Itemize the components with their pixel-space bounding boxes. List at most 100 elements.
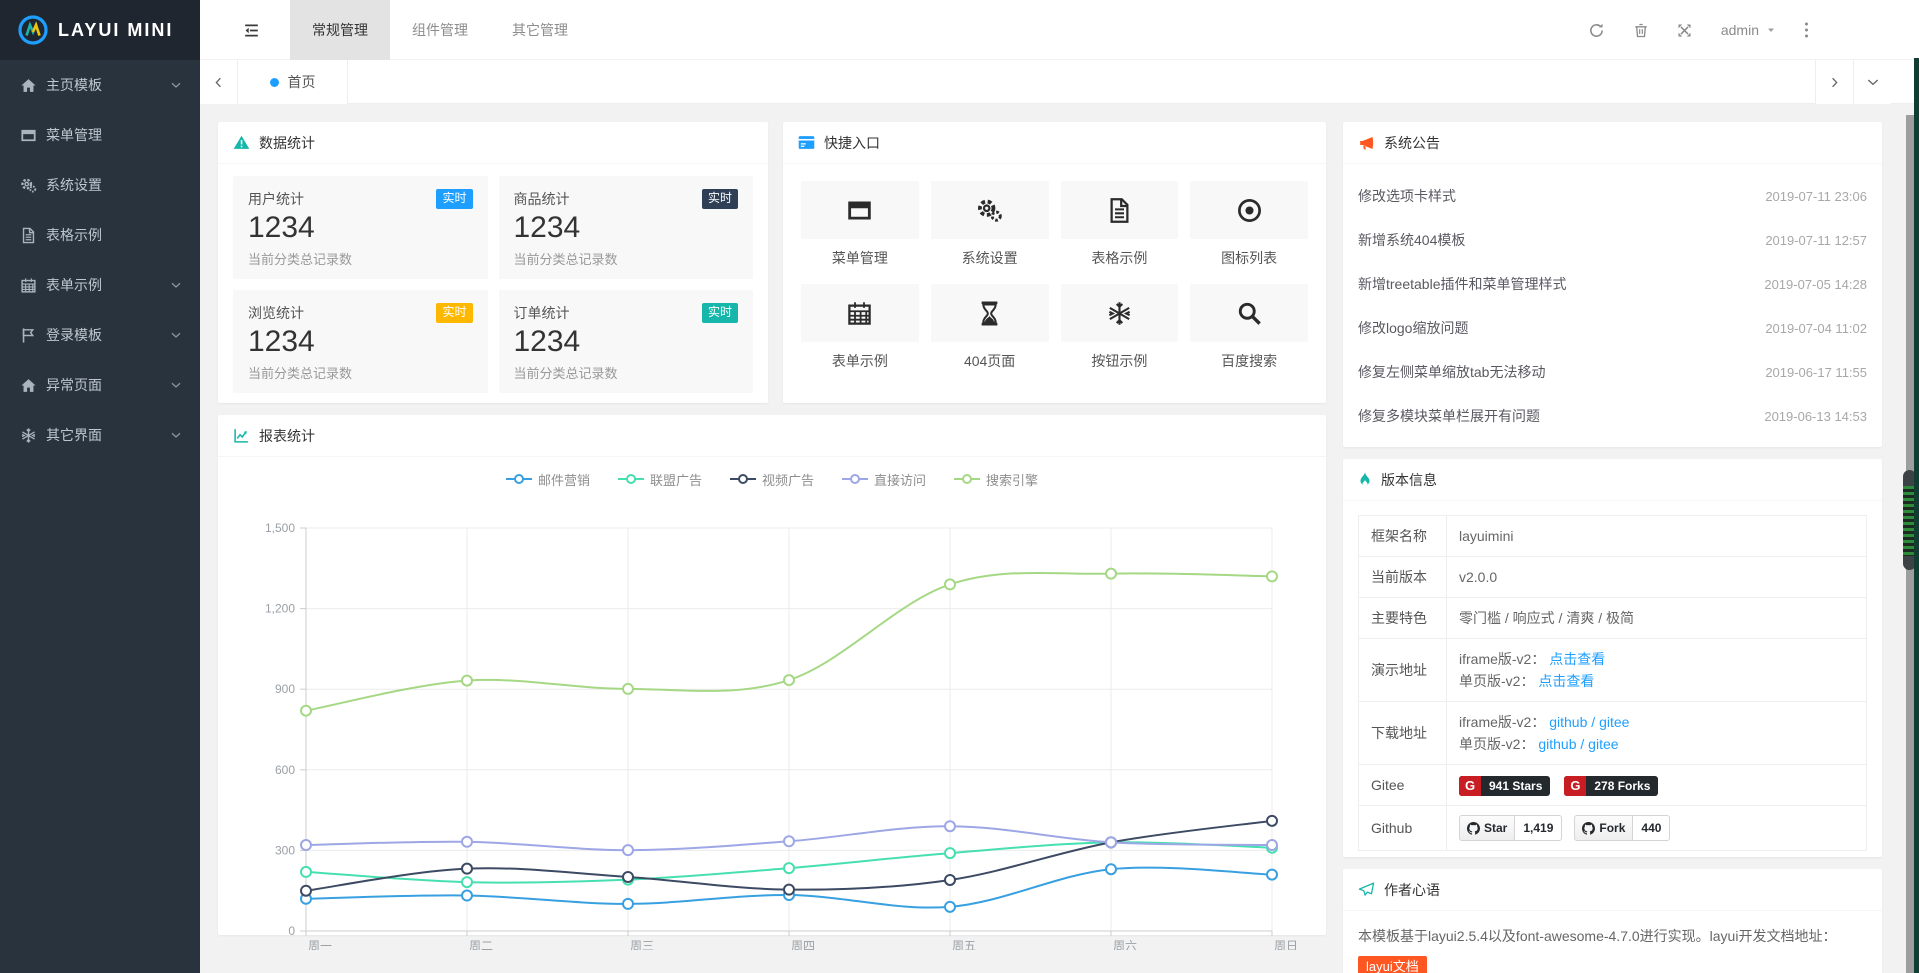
file-icon (1106, 197, 1133, 224)
github-count[interactable]: 1,419 (1515, 815, 1562, 841)
data-point-邮件营销 (623, 899, 633, 909)
legend-marker (618, 474, 644, 484)
notice-row[interactable]: 修改选项卡样式2019-07-11 23:06 (1358, 174, 1867, 218)
link-prefix: 单页版-v2： (1459, 736, 1538, 752)
chevron-left-icon (212, 76, 225, 89)
quick-entry-window[interactable]: 菜单管理 (801, 181, 919, 268)
quick-entry-hourglass[interactable]: 404页面 (931, 284, 1049, 371)
version-row-value: layuimini (1447, 516, 1867, 557)
menu-fold-button[interactable] (228, 0, 274, 60)
sidebar-item-calendar[interactable]: 表单示例 (0, 260, 200, 310)
sidebar-item-flag[interactable]: 登录模板 (0, 310, 200, 360)
quick-entry-snowflake[interactable]: 按钮示例 (1061, 284, 1179, 371)
quick-entry-cogs[interactable]: 系统设置 (931, 181, 1049, 268)
legend-item[interactable]: 搜索引擎 (954, 470, 1038, 489)
module-tab[interactable]: 常规管理 (290, 0, 390, 60)
sidebar-item-file[interactable]: 表格示例 (0, 210, 200, 260)
github-star-button[interactable]: Star (1459, 815, 1515, 841)
clear-cache-button[interactable] (1619, 0, 1663, 60)
notice-title: 修改logo缩放问题 (1358, 318, 1468, 338)
sidebar-item-home[interactable]: 主页模板 (0, 60, 200, 110)
version-table-row: 框架名称layuimini (1359, 516, 1867, 557)
y-tick-label: 900 (275, 682, 295, 696)
legend-item[interactable]: 直接访问 (842, 470, 926, 489)
line-chart-icon (233, 427, 250, 444)
data-point-搜索引擎 (623, 684, 633, 694)
sidebar-item-label: 菜单管理 (46, 125, 182, 145)
chevron-down-icon (1866, 75, 1880, 89)
more-menu-button[interactable] (1791, 0, 1821, 60)
sidebar-item-label: 表格示例 (46, 225, 182, 245)
trash-icon (1633, 22, 1649, 39)
sidebar-item-window[interactable]: 菜单管理 (0, 110, 200, 160)
notice-row[interactable]: 新增系统404模板2019-07-11 12:57 (1358, 218, 1867, 262)
notice-row[interactable]: 修改logo缩放问题2019-07-04 11:02 (1358, 306, 1867, 350)
user-menu[interactable]: admin (1707, 0, 1791, 60)
sidebar-item-cogs[interactable]: 系统设置 (0, 160, 200, 210)
data-point-搜索引擎 (945, 579, 955, 589)
legend-label: 联盟广告 (650, 470, 702, 489)
data-point-联盟广告 (462, 877, 472, 887)
stat-box[interactable]: 商品统计实时1234当前分类总记录数 (499, 176, 754, 279)
more-vertical-icon (1804, 21, 1809, 39)
github-count[interactable]: 440 (1633, 815, 1670, 841)
x-tick-label: 周六 (1113, 939, 1137, 950)
quick-entry-dot-circle[interactable]: 图标列表 (1190, 181, 1308, 268)
x-tick-label: 周一 (308, 939, 332, 950)
data-point-搜索引擎 (1106, 569, 1116, 579)
refresh-button[interactable] (1575, 0, 1619, 60)
version-link[interactable]: gitee (1599, 714, 1629, 730)
version-link[interactable]: 点击查看 (1538, 673, 1594, 689)
stat-box[interactable]: 订单统计实时1234当前分类总记录数 (499, 290, 754, 393)
module-tab[interactable]: 组件管理 (390, 0, 490, 60)
stat-value: 1234 (248, 211, 473, 245)
gitee-badge[interactable]: G278 Forks (1564, 776, 1658, 796)
app-logo[interactable]: LAYUI MINI (0, 0, 200, 60)
notice-row[interactable]: 新增treetable插件和菜单管理样式2019-07-05 14:28 (1358, 262, 1867, 306)
notice-time: 2019-07-11 12:57 (1765, 233, 1867, 248)
stat-description: 当前分类总记录数 (514, 249, 739, 268)
author-line1: 本模板基于layui2.5.4以及font-awesome-4.7.0进行实现。… (1358, 923, 1867, 949)
data-point-直接访问 (1106, 837, 1116, 847)
version-link[interactable]: 点击查看 (1549, 651, 1605, 667)
layui-doc-badge[interactable]: layui文档 (1358, 956, 1427, 973)
version-link[interactable]: github (1538, 736, 1576, 752)
chevron-down-icon (170, 429, 182, 441)
quick-entry-calendar[interactable]: 表单示例 (801, 284, 919, 371)
version-link[interactable]: github (1549, 714, 1587, 730)
tabs-scroll-left-button[interactable] (200, 60, 238, 104)
fullscreen-button[interactable] (1663, 0, 1707, 60)
notice-row[interactable]: 修复多模块菜单栏展开有问题 2019-06-13 14:53 (1358, 394, 1867, 438)
legend-item[interactable]: 邮件营销 (506, 470, 590, 489)
module-tab[interactable]: 其它管理 (490, 0, 590, 60)
card-list-icon (798, 135, 815, 150)
quick-entry-search[interactable]: 百度搜索 (1190, 284, 1308, 371)
stat-box-top: 订单统计实时 (514, 303, 739, 323)
sidebar-item-snowflake[interactable]: 其它界面 (0, 410, 200, 460)
notice-time: 2019-06-13 14:53 (1764, 409, 1867, 424)
version-link[interactable]: gitee (1588, 736, 1618, 752)
gitee-badge[interactable]: G941 Stars (1459, 776, 1550, 796)
quick-entry-label: 404页面 (931, 351, 1049, 371)
window-icon (20, 127, 37, 144)
notice-row[interactable]: 修复左侧菜单缩放tab无法移动2019-06-17 11:55 (1358, 350, 1867, 394)
realtime-badge: 实时 (702, 189, 738, 209)
calendar-icon (20, 277, 37, 294)
legend-item[interactable]: 联盟广告 (618, 470, 702, 489)
github-fork-button[interactable]: Fork (1574, 815, 1633, 841)
report-line-chart[interactable]: 03006009001,2001,500周一周二周三周四周五周六周日 (233, 488, 1311, 950)
notice-time: 2019-07-11 23:06 (1765, 189, 1867, 204)
quick-entry-icon-box (801, 181, 919, 239)
stat-box[interactable]: 浏览统计实时1234当前分类总记录数 (233, 290, 488, 393)
notice-card: 系统公告 修改选项卡样式2019-07-11 23:06新增系统404模板201… (1343, 122, 1882, 447)
notice-title: 修复多模块菜单栏展开有问题 (1358, 406, 1540, 426)
legend-item[interactable]: 视频广告 (730, 470, 814, 489)
chevron-down-icon (170, 279, 182, 291)
quick-entry-icon-box (1190, 284, 1308, 342)
stat-box[interactable]: 用户统计实时1234当前分类总记录数 (233, 176, 488, 279)
tab-home[interactable]: 首页 (238, 60, 348, 104)
sidebar-item-home[interactable]: 异常页面 (0, 360, 200, 410)
tabs-scroll-right-button[interactable] (1815, 60, 1853, 104)
quick-entry-file[interactable]: 表格示例 (1061, 181, 1179, 268)
tabs-dropdown-button[interactable] (1853, 60, 1891, 104)
